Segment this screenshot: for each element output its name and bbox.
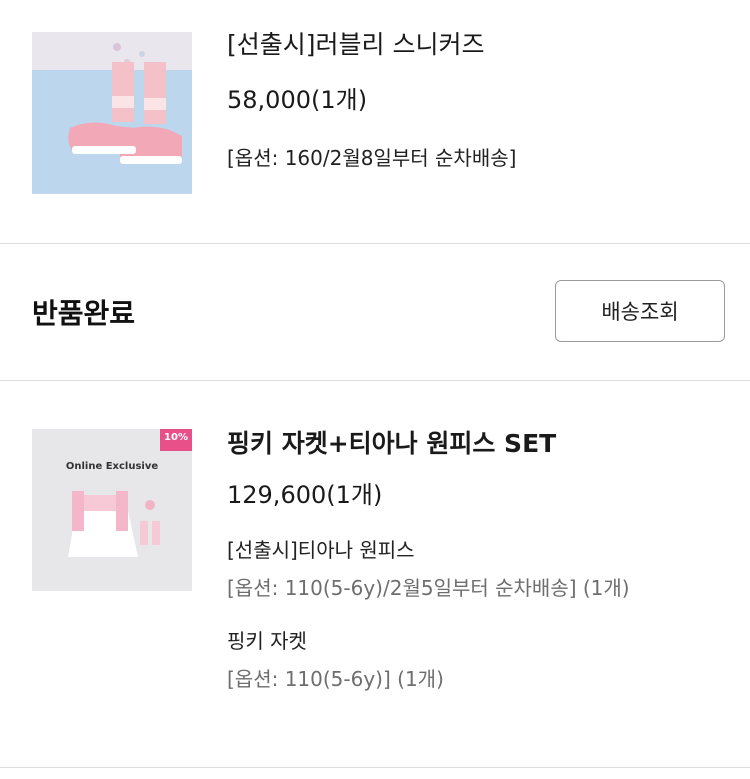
track-delivery-button[interactable]: 배송조회 bbox=[555, 280, 725, 342]
order-item[interactable]: 10% Online Exclusive 핑키 자켓+티아나 원피스 SET 1… bbox=[0, 381, 750, 767]
product-title[interactable]: 핑키 자켓+티아나 원피스 SET bbox=[227, 429, 730, 459]
order-item[interactable]: [선출시]러블리 스니커즈 58,000(1개) [옵션: 160/2월8일부터… bbox=[0, 0, 750, 243]
order-status-row: 반품완료 배송조회 bbox=[0, 244, 750, 380]
order-status-label: 반품완료 bbox=[32, 297, 136, 330]
sneakers-photo bbox=[32, 32, 192, 194]
product-thumbnail-set[interactable]: 10% Online Exclusive bbox=[32, 429, 192, 591]
product-price: 129,600(1개) bbox=[227, 481, 383, 509]
product-option: [옵션: 160/2월8일부터 순차배송] bbox=[227, 146, 517, 170]
product-price: 58,000(1개) bbox=[227, 86, 368, 114]
component-option: [옵션: 110(5-6y)/2월5일부터 순차배송] (1개) bbox=[227, 576, 630, 600]
component-option: [옵션: 110(5-6y)] (1개) bbox=[227, 667, 444, 691]
discount-badge: 10% bbox=[164, 432, 188, 443]
section-divider bbox=[0, 767, 750, 768]
component-name: 핑키 자켓 bbox=[227, 629, 307, 653]
product-title[interactable]: [선출시]러블리 스니커즈 bbox=[227, 30, 730, 60]
thumbnail-caption: Online Exclusive bbox=[65, 461, 159, 472]
component-name: [선출시]티아나 원피스 bbox=[227, 538, 415, 562]
product-thumbnail-sneakers[interactable] bbox=[32, 32, 192, 194]
set-photo bbox=[32, 429, 192, 591]
